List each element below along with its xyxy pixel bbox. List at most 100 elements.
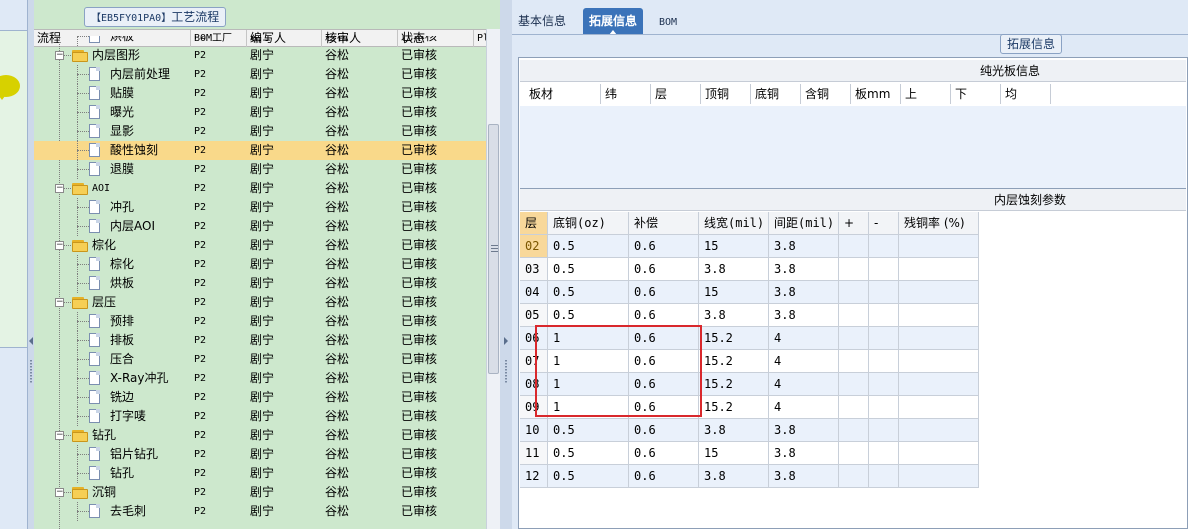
residual-copper-cell[interactable] bbox=[899, 465, 979, 488]
base-copper-cell[interactable]: 1 bbox=[548, 373, 629, 396]
tree-step-row[interactable]: 显影 P2 剧宁 谷松 已审核 bbox=[34, 122, 486, 141]
tree-folder-row[interactable]: − 棕化 P2 剧宁 谷松 已审核 bbox=[34, 236, 486, 255]
tree-folder-row[interactable]: − 钻孔 P2 剧宁 谷松 已审核 bbox=[34, 426, 486, 445]
tree-step-row[interactable]: 曝光 P2 剧宁 谷松 已审核 bbox=[34, 103, 486, 122]
residual-copper-cell[interactable] bbox=[899, 235, 979, 258]
base-copper-cell[interactable]: 0.5 bbox=[548, 281, 629, 304]
collapse-toggle-icon[interactable]: − bbox=[55, 184, 64, 193]
compensation-cell[interactable]: 0.6 bbox=[629, 304, 699, 327]
tree-step-row[interactable]: 酸性蚀刻 P2 剧宁 谷松 已审核 bbox=[34, 141, 486, 160]
pure-board-col[interactable]: 上 bbox=[901, 84, 951, 104]
pure-board-col[interactable]: 底铜 bbox=[751, 84, 801, 104]
tree-step-row[interactable]: 钻孔 P2 剧宁 谷松 已审核 bbox=[34, 464, 486, 483]
residual-copper-cell[interactable] bbox=[899, 281, 979, 304]
pure-board-col[interactable]: 板材 bbox=[525, 84, 601, 104]
compensation-cell[interactable]: 0.6 bbox=[629, 235, 699, 258]
line-width-cell[interactable]: 15 bbox=[699, 281, 769, 304]
tree-step-row[interactable]: 铝片钻孔 P2 剧宁 谷松 已审核 bbox=[34, 445, 486, 464]
tree-step-row[interactable]: 内层AOI P2 剧宁 谷松 已审核 bbox=[34, 217, 486, 236]
layer-cell[interactable]: 12 bbox=[520, 465, 548, 488]
residual-copper-cell[interactable] bbox=[899, 442, 979, 465]
residual-copper-cell[interactable] bbox=[899, 258, 979, 281]
line-width-cell[interactable]: 3.8 bbox=[699, 304, 769, 327]
residual-copper-cell[interactable] bbox=[899, 419, 979, 442]
layer-cell[interactable]: 04 bbox=[520, 281, 548, 304]
inner-etch-col[interactable]: 间距(mil) bbox=[769, 212, 839, 235]
spacing-cell[interactable]: 3.8 bbox=[769, 258, 839, 281]
line-width-cell[interactable]: 15.2 bbox=[699, 396, 769, 419]
base-copper-cell[interactable]: 0.5 bbox=[548, 465, 629, 488]
plus-cell[interactable] bbox=[839, 419, 869, 442]
inner-etch-col[interactable]: 残铜率 (%) bbox=[899, 212, 979, 235]
line-width-cell[interactable]: 15.2 bbox=[699, 327, 769, 350]
collapse-toggle-icon[interactable]: − bbox=[55, 241, 64, 250]
base-copper-cell[interactable]: 0.5 bbox=[548, 235, 629, 258]
spacing-cell[interactable]: 3.8 bbox=[769, 281, 839, 304]
pure-board-col[interactable]: 纬 bbox=[601, 84, 651, 104]
minus-cell[interactable] bbox=[869, 350, 899, 373]
plus-cell[interactable] bbox=[839, 465, 869, 488]
base-copper-cell[interactable]: 1 bbox=[548, 350, 629, 373]
minus-cell[interactable] bbox=[869, 442, 899, 465]
layer-cell[interactable]: 02 bbox=[520, 235, 548, 258]
inner-etch-col[interactable]: + bbox=[839, 212, 869, 235]
spacing-cell[interactable]: 3.8 bbox=[769, 304, 839, 327]
pure-board-col[interactable]: 板mm bbox=[851, 84, 901, 104]
line-width-cell[interactable]: 3.8 bbox=[699, 465, 769, 488]
tree-step-row[interactable]: 烘板 P2 剧宁 谷松 已审核 bbox=[34, 36, 486, 46]
minus-cell[interactable] bbox=[869, 465, 899, 488]
tree-step-row[interactable]: 烘板 P2 剧宁 谷松 已审核 bbox=[34, 274, 486, 293]
middle-splitter[interactable] bbox=[500, 0, 512, 529]
spacing-cell[interactable]: 4 bbox=[769, 373, 839, 396]
tree-scroll-thumb[interactable] bbox=[488, 124, 499, 374]
layer-cell[interactable]: 05 bbox=[520, 304, 548, 327]
minus-cell[interactable] bbox=[869, 396, 899, 419]
collapse-toggle-icon[interactable]: − bbox=[55, 298, 64, 307]
pure-board-col[interactable]: 均 bbox=[1001, 84, 1051, 104]
tree-step-row[interactable]: 排板 P2 剧宁 谷松 已审核 bbox=[34, 331, 486, 350]
tree-vertical-scrollbar[interactable] bbox=[486, 29, 500, 529]
tree-folder-row[interactable]: − AOI P2 剧宁 谷松 已审核 bbox=[34, 179, 486, 198]
base-copper-cell[interactable]: 0.5 bbox=[548, 419, 629, 442]
inner-etch-col[interactable]: - bbox=[869, 212, 899, 235]
compensation-cell[interactable]: 0.6 bbox=[629, 350, 699, 373]
tab-basic-info[interactable]: 基本信息 bbox=[512, 8, 572, 34]
base-copper-cell[interactable]: 0.5 bbox=[548, 442, 629, 465]
base-copper-cell[interactable]: 1 bbox=[548, 327, 629, 350]
tab-bom[interactable]: BOM bbox=[653, 8, 683, 34]
plus-cell[interactable] bbox=[839, 304, 869, 327]
chat-bubble-icon[interactable] bbox=[0, 75, 20, 100]
compensation-cell[interactable]: 0.6 bbox=[629, 442, 699, 465]
layer-cell[interactable]: 11 bbox=[520, 442, 548, 465]
plus-cell[interactable] bbox=[839, 373, 869, 396]
layer-cell[interactable]: 07 bbox=[520, 350, 548, 373]
tab-extended-info[interactable]: 拓展信息 bbox=[583, 8, 644, 35]
minus-cell[interactable] bbox=[869, 304, 899, 327]
spacing-cell[interactable]: 4 bbox=[769, 327, 839, 350]
spacing-cell[interactable]: 3.8 bbox=[769, 235, 839, 258]
minus-cell[interactable] bbox=[869, 258, 899, 281]
inner-etch-col[interactable]: 层 bbox=[520, 212, 548, 235]
plus-cell[interactable] bbox=[839, 442, 869, 465]
residual-copper-cell[interactable] bbox=[899, 373, 979, 396]
plus-cell[interactable] bbox=[839, 258, 869, 281]
pure-board-col[interactable]: 下 bbox=[951, 84, 1001, 104]
compensation-cell[interactable]: 0.6 bbox=[629, 419, 699, 442]
compensation-cell[interactable]: 0.6 bbox=[629, 281, 699, 304]
inner-etch-col[interactable]: 补偿 bbox=[629, 212, 699, 235]
layer-cell[interactable]: 06 bbox=[520, 327, 548, 350]
plus-cell[interactable] bbox=[839, 235, 869, 258]
tree-step-row[interactable]: 预排 P2 剧宁 谷松 已审核 bbox=[34, 312, 486, 331]
compensation-cell[interactable]: 0.6 bbox=[629, 465, 699, 488]
compensation-cell[interactable]: 0.6 bbox=[629, 327, 699, 350]
tree-step-row[interactable]: 内层前处理 P2 剧宁 谷松 已审核 bbox=[34, 65, 486, 84]
tree-step-row[interactable]: 打字唛 P2 剧宁 谷松 已审核 bbox=[34, 407, 486, 426]
minus-cell[interactable] bbox=[869, 373, 899, 396]
tree-step-row[interactable]: 退膜 P2 剧宁 谷松 已审核 bbox=[34, 160, 486, 179]
tree-step-row[interactable]: 铣边 P2 剧宁 谷松 已审核 bbox=[34, 388, 486, 407]
tree-folder-row[interactable]: − 内层图形 P2 剧宁 谷松 已审核 bbox=[34, 46, 486, 65]
collapse-toggle-icon[interactable]: − bbox=[55, 431, 64, 440]
line-width-cell[interactable]: 3.8 bbox=[699, 258, 769, 281]
spacing-cell[interactable]: 3.8 bbox=[769, 465, 839, 488]
minus-cell[interactable] bbox=[869, 235, 899, 258]
